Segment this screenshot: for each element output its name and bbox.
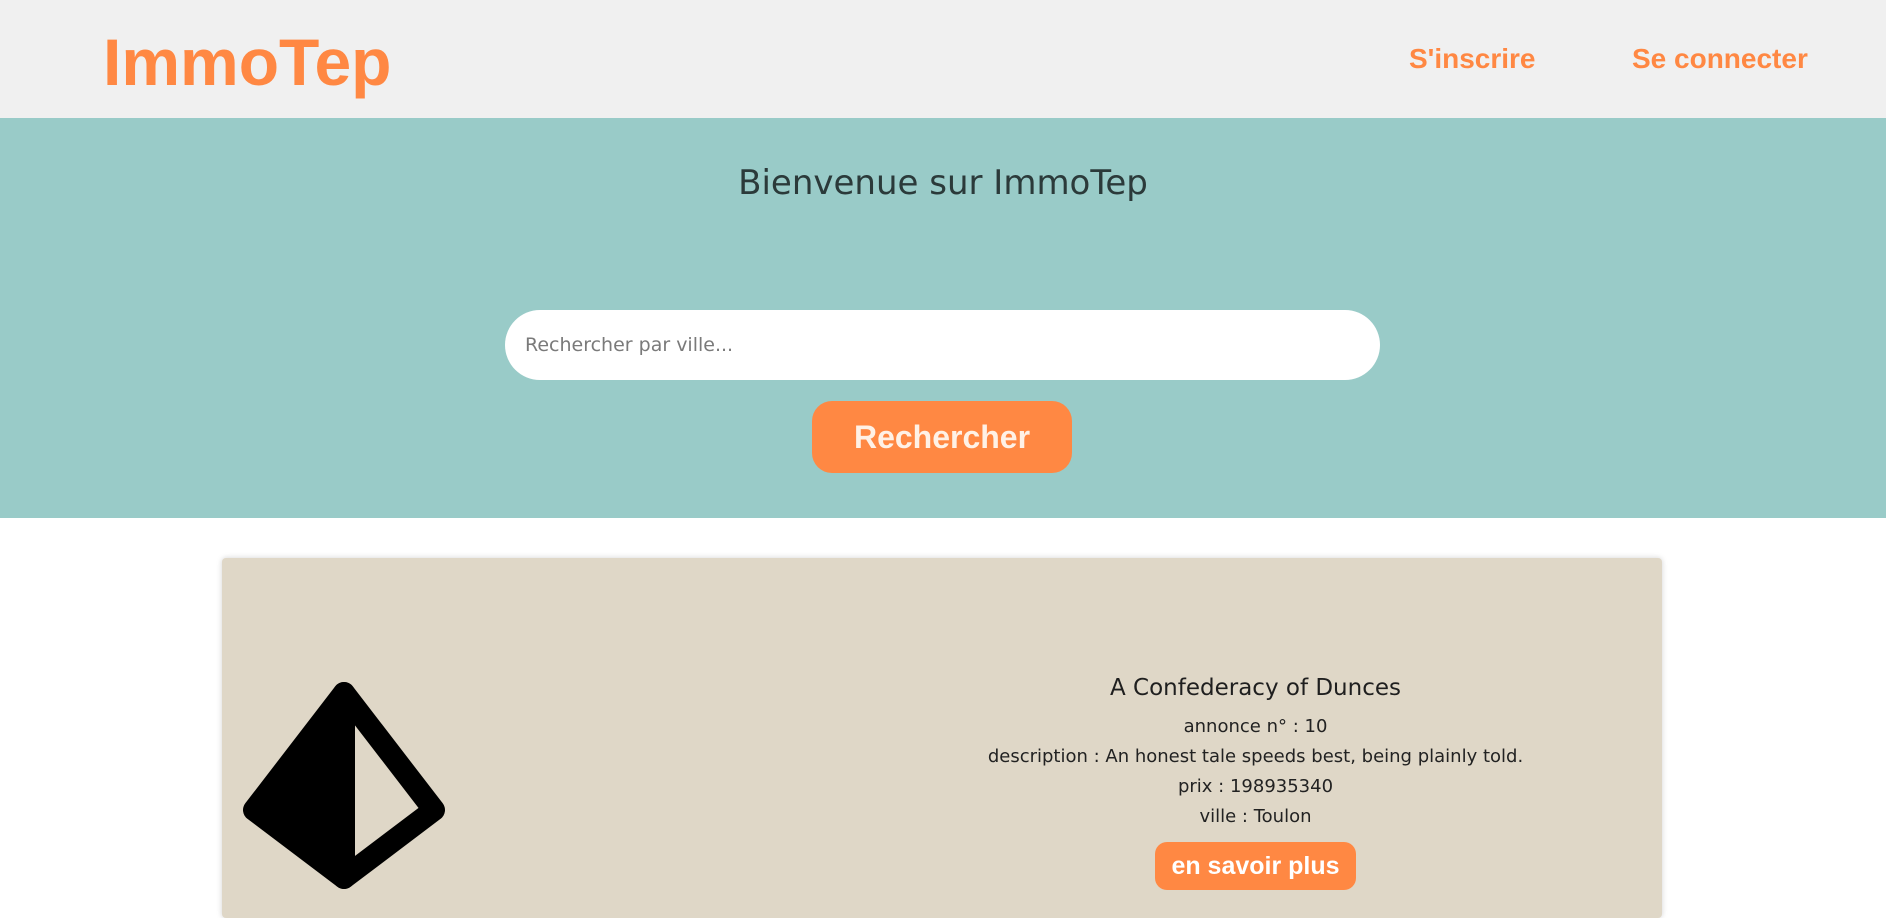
listing-city: ville : Toulon (1199, 806, 1312, 827)
listing-number: annonce n° : 10 (1183, 716, 1328, 737)
signup-link[interactable]: S'inscrire (1409, 42, 1536, 76)
listing-price: prix : 198935340 (1177, 776, 1334, 797)
site-header: ImmoTep S'inscrire Se connecter (0, 0, 1886, 118)
listing-description: description : An honest tale speeds best… (987, 746, 1524, 767)
listing-title: A Confederacy of Dunces (1110, 675, 1401, 701)
hero-section: Bienvenue sur ImmoTep Rechercher (0, 118, 1886, 518)
login-link[interactable]: Se connecter (1632, 42, 1808, 76)
site-logo[interactable]: ImmoTep (103, 24, 391, 100)
listing-card: A Confederacy of Dunces annonce n° : 10 … (222, 558, 1662, 918)
more-info-button[interactable]: en savoir plus (1155, 842, 1356, 890)
page-title: Bienvenue sur ImmoTep (738, 163, 1148, 203)
search-input[interactable] (505, 310, 1380, 380)
search-button[interactable]: Rechercher (812, 401, 1072, 473)
pyramid-icon (243, 682, 445, 889)
listing-info: A Confederacy of Dunces annonce n° : 10 … (742, 673, 1769, 890)
